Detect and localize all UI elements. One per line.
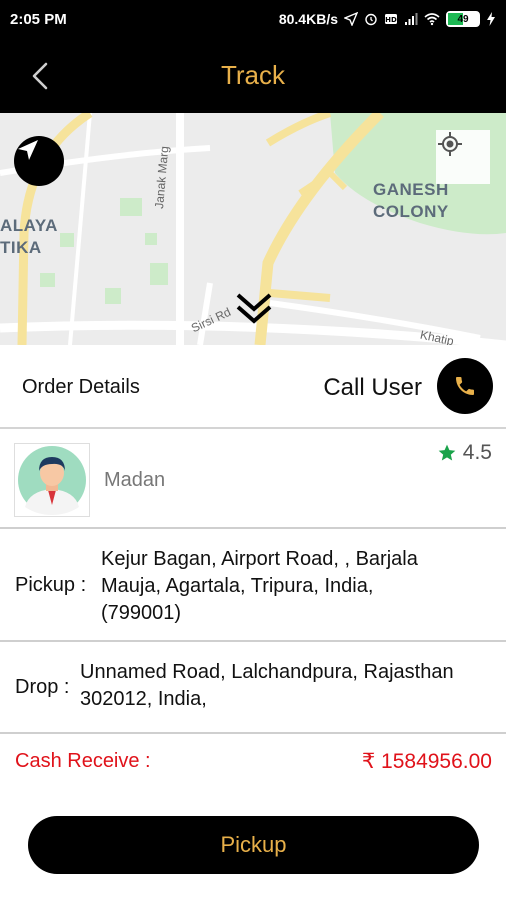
map-label-area-left: ALAYA TIKA bbox=[0, 215, 58, 259]
pickup-address: Kejur Bagan, Airport Road, , Barjala Mau… bbox=[101, 546, 418, 627]
call-user-button[interactable] bbox=[437, 358, 493, 414]
pickup-address-line: (799001) bbox=[101, 602, 182, 624]
alarm-icon bbox=[365, 13, 377, 26]
user-info: Madan 4.5 bbox=[0, 429, 506, 529]
call-user-label: Call User bbox=[323, 374, 422, 401]
drop-address: Unnamed Road, Lalchandpura, Rajasthan 30… bbox=[80, 659, 454, 713]
drop-label: Drop : bbox=[15, 676, 70, 698]
app-header: Track bbox=[0, 38, 506, 113]
map-view[interactable]: ALAYA TIKA GANESH COLONY Janak Marg Sirs… bbox=[0, 113, 506, 345]
star-icon bbox=[438, 444, 456, 461]
charging-icon bbox=[487, 12, 495, 26]
wifi-icon bbox=[424, 13, 440, 26]
pickup-address-section: Pickup : Kejur Bagan, Airport Road, , Ba… bbox=[0, 529, 506, 642]
svg-text:HD: HD bbox=[385, 16, 397, 24]
cash-receive-amount: ₹ 1584956.00 bbox=[361, 750, 492, 773]
battery-icon: 49 bbox=[446, 11, 480, 27]
drop-address-line: 302012, India, bbox=[80, 688, 207, 710]
rating-value: 4.5 bbox=[462, 441, 492, 464]
user-rating: 4.5 bbox=[437, 441, 492, 465]
map-label-ganesh-colony: GANESH COLONY bbox=[373, 179, 449, 223]
order-details-title: Order Details bbox=[22, 376, 140, 398]
my-location-icon bbox=[438, 132, 462, 156]
location-arrow-icon bbox=[344, 12, 358, 26]
pickup-address-line: Mauja, Agartala, Tripura, India, bbox=[101, 575, 374, 597]
cash-receive-label: Cash Receive : bbox=[15, 750, 151, 772]
status-time: 2:05 PM bbox=[10, 10, 67, 28]
order-details-header: Order Details Call User bbox=[0, 345, 506, 429]
double-chevron-down-icon bbox=[236, 293, 272, 324]
status-bar: 2:05 PM 80.4KB/s HD 49 bbox=[0, 0, 506, 38]
collapse-map-button[interactable] bbox=[232, 289, 276, 329]
pickup-label: Pickup : bbox=[15, 574, 87, 596]
user-name: Madan bbox=[104, 469, 166, 491]
status-icons: 80.4KB/s HD 49 bbox=[279, 11, 496, 27]
navigation-button[interactable] bbox=[14, 136, 64, 186]
pickup-address-line: Kejur Bagan, Airport Road, , Barjala bbox=[101, 548, 418, 570]
pickup-button[interactable]: Pickup bbox=[28, 816, 479, 874]
battery-level: 49 bbox=[457, 13, 469, 25]
signal-icon bbox=[405, 13, 418, 25]
drop-address-section: Drop : Unnamed Road, Lalchandpura, Rajas… bbox=[0, 642, 506, 732]
hd-icon: HD bbox=[385, 14, 397, 24]
map-label-line: ALAYA bbox=[0, 216, 58, 235]
cash-receive-section: Cash Receive : ₹ 1584956.00 bbox=[0, 732, 506, 788]
map-label-line: COLONY bbox=[373, 202, 449, 221]
map-label-line: TIKA bbox=[0, 238, 42, 257]
drop-address-line: Unnamed Road, Lalchandpura, Rajasthan bbox=[80, 661, 454, 683]
network-speed: 80.4KB/s bbox=[278, 11, 338, 27]
page-title: Track bbox=[220, 60, 286, 90]
phone-icon bbox=[456, 377, 474, 395]
avatar bbox=[14, 443, 90, 517]
user-avatar-icon bbox=[18, 446, 86, 515]
my-location-button[interactable] bbox=[436, 130, 490, 184]
navigation-arrow-icon bbox=[18, 140, 38, 160]
